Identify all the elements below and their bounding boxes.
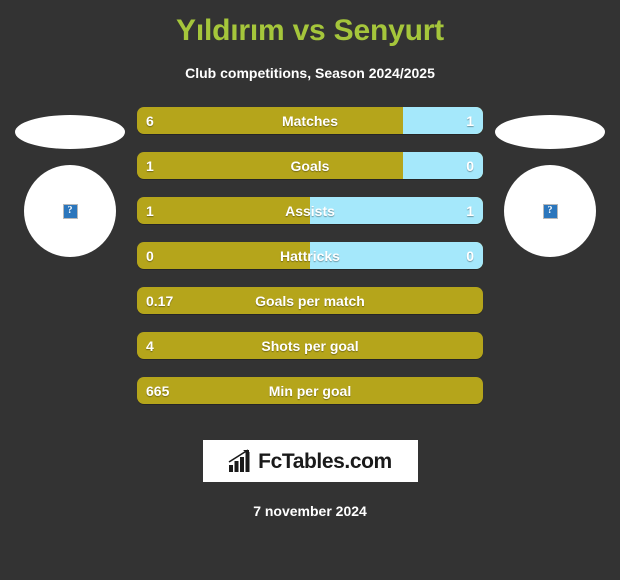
away-stat-value: 1 <box>466 202 474 219</box>
player-left-avatar: ? <box>24 165 116 257</box>
stat-label: Goals per match <box>255 292 365 309</box>
fctables-logo-text: FcTables.com <box>258 449 392 473</box>
home-stat-value: 665 <box>146 382 170 399</box>
home-stat-value: 0 <box>146 247 154 264</box>
stat-bar-row: 6 Matches 1 <box>137 107 483 134</box>
stat-bar-row: 4 Shots per goal <box>137 332 483 359</box>
broken-image-icon: ? <box>542 203 558 219</box>
stat-bar-row: 0 Hattricks 0 <box>137 242 483 269</box>
chart-footer: FcTables.com 7 november 2024 <box>0 440 620 520</box>
stat-bar-row: 665 Min per goal <box>137 377 483 404</box>
player-left-banner <box>15 115 125 149</box>
home-stat-value: 6 <box>146 112 154 129</box>
away-bar-fill <box>310 242 483 269</box>
home-stat-value: 4 <box>146 337 154 354</box>
player-right: ? <box>485 100 615 257</box>
player-right-banner <box>495 115 605 149</box>
away-stat-value: 0 <box>466 247 474 264</box>
stat-bar-row: 0.17 Goals per match <box>137 287 483 314</box>
comparison-body: ? ? 6 Matches 1 1 Goals 0 1 Assists 1 0 Hattricks 0… <box>0 100 620 404</box>
home-stat-value: 1 <box>146 157 154 174</box>
stat-bar-row: 1 Goals 0 <box>137 152 483 179</box>
broken-image-icon: ? <box>62 203 78 219</box>
broken-image-glyph: ? <box>67 205 73 216</box>
broken-image-glyph: ? <box>547 205 553 216</box>
page-title: Yıldırım vs Senyurt <box>176 14 444 47</box>
player-right-avatar: ? <box>504 165 596 257</box>
stat-bar-row: 1 Assists 1 <box>137 197 483 224</box>
home-stat-value: 1 <box>146 202 154 219</box>
stat-label: Shots per goal <box>261 337 359 354</box>
home-stat-value: 0.17 <box>146 292 174 309</box>
chart-header: Yıldırım vs Senyurt Club competitions, S… <box>0 0 620 82</box>
chart-subtitle: Club competitions, Season 2024/2025 <box>185 65 435 81</box>
fctables-logo[interactable]: FcTables.com <box>202 440 418 482</box>
stat-bar-list: 6 Matches 1 1 Goals 0 1 Assists 1 0 Hattricks 0 0.17… <box>137 107 483 422</box>
chart-date: 7 november 2024 <box>253 503 367 519</box>
away-stat-value: 1 <box>466 112 474 129</box>
player-left: ? <box>5 100 135 257</box>
away-bar-fill <box>310 197 483 224</box>
stat-label: Min per goal <box>268 382 352 399</box>
bar-chart-arrow-icon <box>228 449 254 473</box>
away-stat-value: 0 <box>466 157 474 174</box>
